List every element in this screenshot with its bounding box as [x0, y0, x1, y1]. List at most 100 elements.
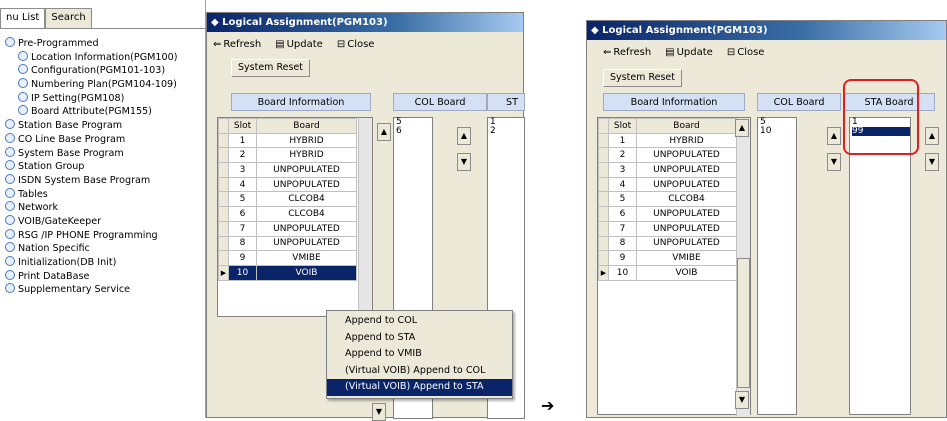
- folder-icon: [5, 228, 15, 239]
- table-row[interactable]: 7 UNPOPULATED: [598, 220, 737, 237]
- row-selector[interactable]: [598, 220, 609, 237]
- row-selector[interactable]: [218, 191, 229, 208]
- table-row[interactable]: 3 UNPOPULATED: [598, 162, 737, 178]
- table-row[interactable]: 8 UNPOPULATED: [598, 235, 737, 252]
- system-reset-button[interactable]: System Reset: [603, 69, 682, 87]
- tree-item-label: System Base Program: [18, 147, 124, 159]
- row-selector[interactable]: [598, 235, 609, 252]
- col-down-button[interactable]: ▼: [457, 153, 471, 171]
- tree-item[interactable]: Nation Specific: [0, 242, 206, 256]
- tree-item[interactable]: System Base Program: [0, 146, 206, 161]
- row-selector[interactable]: [218, 206, 229, 222]
- board-cell: UNPOPULATED: [636, 176, 737, 193]
- scroll-up-button[interactable]: ▲: [735, 119, 749, 137]
- list-down-button[interactable]: ▼: [372, 403, 386, 421]
- tab-search[interactable]: Search: [45, 8, 92, 28]
- tree-item[interactable]: Configuration(PGM101-103): [0, 64, 206, 78]
- tree-item-label: Station Base Program: [18, 120, 123, 132]
- sta-board-list[interactable]: 1 99: [849, 117, 911, 415]
- row-selector[interactable]: [218, 162, 229, 178]
- tree-item[interactable]: Station Group: [0, 160, 206, 174]
- board-information-header: Board Information: [603, 93, 745, 111]
- system-reset-button[interactable]: System Reset: [231, 59, 310, 77]
- row-selector[interactable]: [598, 162, 609, 178]
- tree-item[interactable]: IP Setting(PGM108): [0, 91, 206, 106]
- context-menu-item[interactable]: (Virtual VOIB) Append to STA: [327, 379, 512, 396]
- tree-item[interactable]: Tables: [0, 187, 206, 202]
- row-selector[interactable]: [218, 235, 229, 252]
- tree-item[interactable]: Numbering Plan(PGM104-109): [0, 78, 206, 92]
- tree-item[interactable]: ISDN System Base Program: [0, 173, 206, 188]
- tree-item[interactable]: VOIB/GateKeeper: [0, 214, 206, 229]
- col-up-button[interactable]: ▲: [457, 127, 471, 145]
- table-row[interactable]: 9 VMIBE: [598, 250, 737, 266]
- diamond-icon: ◆: [211, 17, 223, 28]
- table-row[interactable]: 6 UNPOPULATED: [598, 206, 737, 222]
- list-item[interactable]: 10: [760, 127, 796, 136]
- table-row[interactable]: 5 CLCOB4: [598, 191, 737, 208]
- table-row[interactable]: 9 VMIBE: [218, 250, 357, 266]
- scroll-up-button[interactable]: ▲: [377, 123, 391, 141]
- scroll-thumb[interactable]: [737, 258, 750, 388]
- table-row[interactable]: 3 UNPOPULATED: [218, 162, 357, 178]
- row-selector[interactable]: [598, 132, 609, 149]
- tree-item[interactable]: Location Information(PGM100): [0, 50, 206, 65]
- sta-up-button[interactable]: ▲: [925, 127, 939, 145]
- tree-item[interactable]: Print DataBase: [0, 269, 206, 284]
- table-row[interactable]: 8 UNPOPULATED: [218, 235, 357, 252]
- close-button[interactable]: ⊟ Close: [727, 47, 765, 58]
- table-row[interactable]: 6 CLCOB4: [218, 206, 357, 222]
- table-row[interactable]: ▶ 10 VOIB: [218, 264, 357, 281]
- grid-scrollbar[interactable]: [736, 118, 750, 416]
- row-selector[interactable]: [218, 132, 229, 149]
- update-button[interactable]: ▤ Update: [275, 39, 323, 50]
- tree-item[interactable]: Station Base Program: [0, 119, 206, 133]
- row-selector[interactable]: [598, 206, 609, 222]
- row-selector[interactable]: [218, 250, 229, 266]
- table-row[interactable]: 1 HYBRID: [598, 132, 737, 149]
- row-selector[interactable]: [598, 250, 609, 266]
- tree-item[interactable]: Supplementary Service: [0, 283, 206, 297]
- table-row[interactable]: 4 UNPOPULATED: [218, 176, 357, 193]
- context-menu-item[interactable]: Append to VMIB: [327, 346, 512, 363]
- col-board-list[interactable]: 5 10: [757, 117, 797, 415]
- table-row[interactable]: 2 UNPOPULATED: [598, 147, 737, 164]
- refresh-button[interactable]: ⇐ Refresh: [213, 39, 261, 50]
- sta-down-button[interactable]: ▼: [925, 153, 939, 171]
- col-up-button[interactable]: ▲: [827, 127, 841, 145]
- row-selector[interactable]: ▶: [598, 264, 609, 281]
- row-selector[interactable]: [218, 147, 229, 164]
- context-menu-item[interactable]: Append to COL: [327, 313, 512, 330]
- table-row[interactable]: ▶ 10 VOIB: [598, 264, 737, 281]
- table-row[interactable]: 1 HYBRID: [218, 132, 357, 149]
- update-button[interactable]: ▤ Update: [665, 47, 713, 58]
- tree-item[interactable]: CO Line Base Program: [0, 132, 206, 147]
- table-row[interactable]: 5 CLCOB4: [218, 191, 357, 208]
- row-selector[interactable]: [598, 191, 609, 208]
- refresh-button[interactable]: ⇐ Refresh: [603, 47, 651, 58]
- list-item[interactable]: 6: [396, 127, 432, 136]
- row-selector[interactable]: [218, 176, 229, 193]
- table-row[interactable]: 2 HYBRID: [218, 147, 357, 164]
- list-item[interactable]: 2: [490, 127, 524, 136]
- col-down-button[interactable]: ▼: [827, 153, 841, 171]
- row-selector[interactable]: [218, 220, 229, 237]
- board-cell: HYBRID: [256, 132, 357, 149]
- context-menu-item[interactable]: Append to STA: [327, 330, 512, 347]
- tree-item[interactable]: Network: [0, 201, 206, 215]
- slot-cell: 3: [608, 162, 637, 178]
- table-row[interactable]: 7 UNPOPULATED: [218, 220, 357, 237]
- row-selector[interactable]: [598, 147, 609, 164]
- tree-item[interactable]: Board Attribute(PGM155): [0, 105, 206, 119]
- tree-item[interactable]: RSG /IP PHONE Programming: [0, 228, 206, 243]
- list-down-button[interactable]: ▼: [735, 391, 749, 409]
- grid-scrollbar[interactable]: [358, 118, 372, 318]
- tree-item[interactable]: Pre-Programmed: [0, 37, 206, 51]
- context-menu-item[interactable]: (Virtual VOIB) Append to COL: [327, 363, 512, 380]
- tree-item[interactable]: Initialization(DB Init): [0, 256, 206, 270]
- close-button[interactable]: ⊟ Close: [337, 39, 375, 50]
- row-selector[interactable]: ▶: [218, 264, 229, 281]
- row-selector[interactable]: [598, 176, 609, 193]
- tab-menu-list[interactable]: nu List: [0, 8, 46, 28]
- table-row[interactable]: 4 UNPOPULATED: [598, 176, 737, 193]
